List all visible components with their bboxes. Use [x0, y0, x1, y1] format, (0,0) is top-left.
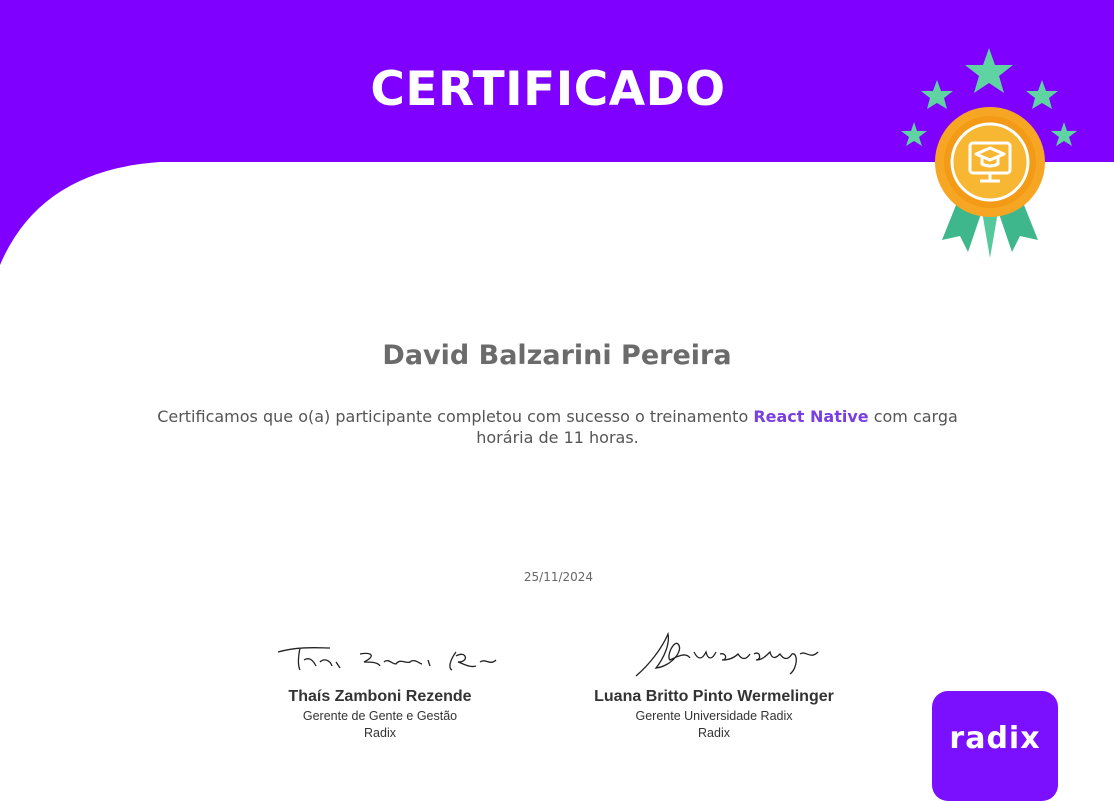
star-icon [901, 122, 927, 146]
radix-logo: radix [932, 691, 1058, 801]
medal-badge [901, 48, 1077, 258]
signatory-name-2: Luana Britto Pinto Wermelinger [594, 688, 834, 705]
signatory-org-1: Radix [364, 726, 396, 740]
handwritten-signature-1 [277, 647, 497, 671]
signatory-org-2: Radix [698, 726, 730, 740]
handwritten-signature-2 [635, 631, 819, 677]
star-icon [965, 48, 1013, 93]
signature-block-2: Luana Britto Pinto Wermelinger Gerente U… [549, 630, 879, 740]
course-name: React Native [753, 407, 869, 426]
description-text-before: Certificamos que o(a) participante compl… [157, 407, 754, 426]
issue-date: 25/11/2024 [523, 570, 594, 584]
participant-name: David Balzarini Pereira [382, 340, 732, 371]
star-icon [1026, 80, 1058, 109]
radix-logo-text: radix [949, 721, 1041, 756]
certificate-description: Certificamos que o(a) participante compl… [150, 406, 965, 448]
signatory-role-1: Gerente de Gente e Gestão [302, 709, 458, 723]
signatory-name-1: Thaís Zamboni Rezende [288, 688, 472, 705]
star-icon [1051, 122, 1077, 146]
star-icon [921, 80, 953, 109]
signatory-role-2: Gerente Universidade Radix [635, 709, 793, 723]
signature-block-1: Thaís Zamboni Rezende Gerente de Gente e… [215, 630, 545, 740]
